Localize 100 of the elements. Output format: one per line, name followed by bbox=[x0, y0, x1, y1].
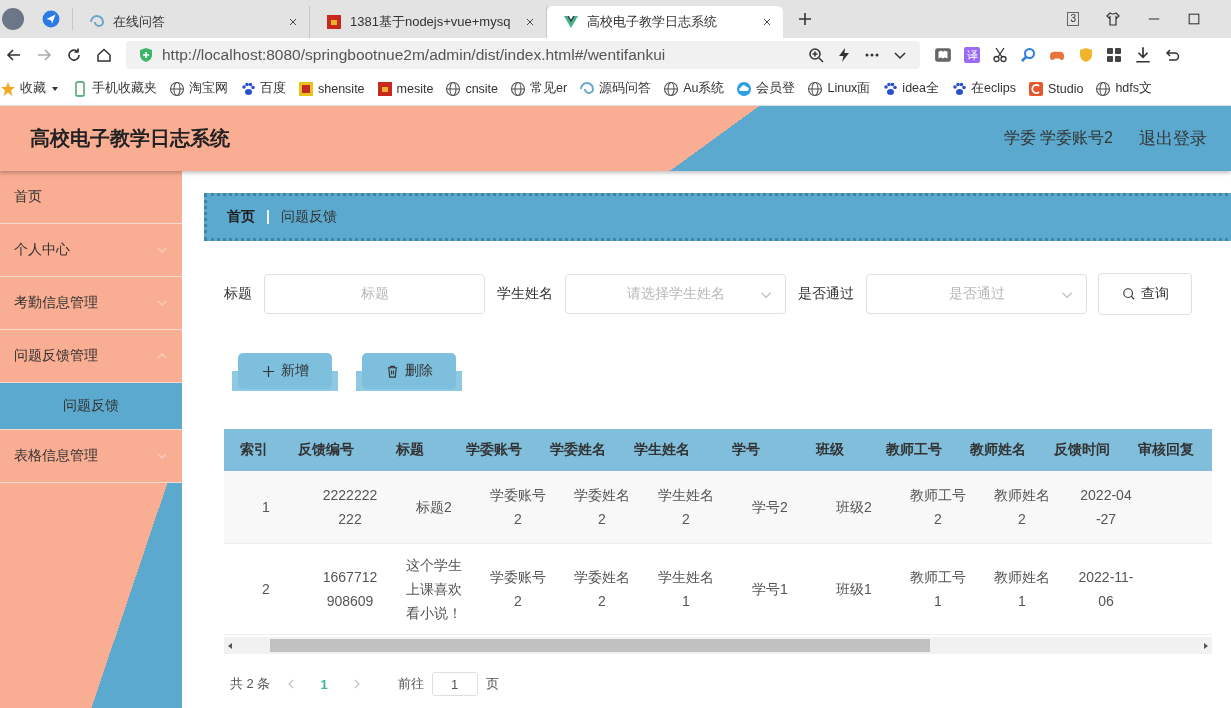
bookmark[interactable]: hdfs文 bbox=[1115, 80, 1153, 97]
table-cell-text: 教师工号1 bbox=[909, 568, 967, 611]
trash-icon bbox=[385, 364, 399, 378]
phone-icon bbox=[72, 80, 88, 97]
column-header[interactable]: 反馈时间 bbox=[1040, 429, 1124, 471]
maximize-icon[interactable] bbox=[1187, 12, 1201, 26]
undo-icon[interactable] bbox=[1164, 47, 1180, 63]
globe-icon bbox=[169, 80, 185, 97]
globe-icon bbox=[445, 80, 462, 97]
globe-icon bbox=[807, 80, 824, 97]
bookmark[interactable]: 百度 bbox=[260, 80, 286, 97]
table-cell-text: 学生姓名2 bbox=[657, 486, 715, 529]
close-icon[interactable] bbox=[287, 16, 299, 28]
search-button[interactable]: 查询 bbox=[1098, 273, 1192, 315]
table-cell-text: 班级1 bbox=[835, 580, 873, 599]
bookmark[interactable]: 收藏 bbox=[20, 80, 46, 97]
bookmark[interactable]: mesite bbox=[396, 81, 434, 96]
table-cell-text: 这个学生上课喜欢看小说！ bbox=[405, 556, 463, 623]
column-header[interactable]: 学委账号 bbox=[452, 429, 536, 471]
bookmark[interactable]: 源码问答 bbox=[599, 80, 652, 97]
bookmark[interactable]: 常见er bbox=[530, 80, 568, 97]
table-cell-text: 2222222222 bbox=[321, 486, 379, 529]
paw-icon bbox=[240, 80, 256, 97]
bookmark[interactable]: 手机收藏夹 bbox=[92, 80, 157, 97]
bookmark[interactable]: cnsite bbox=[465, 81, 499, 96]
bookmark[interactable]: 在eclips bbox=[971, 80, 1016, 97]
search-icon[interactable] bbox=[1020, 47, 1036, 63]
bookmark[interactable]: idea全 bbox=[902, 80, 939, 97]
table-cell-text: 教师姓名2 bbox=[993, 486, 1051, 529]
table-cell-text: 学委姓名2 bbox=[573, 486, 631, 529]
shirt-icon[interactable] bbox=[1105, 11, 1121, 27]
plus-icon bbox=[261, 364, 275, 378]
address-bar[interactable]: http://localhost:8080/springbootnue2m/admin/dist/index.html#/wentifankui bbox=[126, 41, 920, 69]
table-cell-text: 班级2 bbox=[835, 498, 873, 517]
avatar[interactable] bbox=[2, 8, 24, 30]
table-cell-text: 教师姓名1 bbox=[993, 568, 1051, 611]
breadcrumb-item[interactable]: 问题反馈 bbox=[281, 208, 337, 226]
zoom-icon[interactable] bbox=[808, 47, 824, 63]
translate-button[interactable]: 译 bbox=[964, 47, 980, 63]
bookmark[interactable]: shensite bbox=[318, 81, 365, 96]
user-label: 学委 学委账号2 bbox=[1003, 128, 1113, 148]
globe-icon bbox=[1095, 80, 1112, 97]
book-icon[interactable] bbox=[934, 46, 952, 64]
cloud-icon bbox=[736, 80, 753, 97]
reload-icon[interactable] bbox=[66, 47, 82, 63]
page-suffix: 页 bbox=[485, 675, 499, 693]
bookmark[interactable]: Linux面 bbox=[827, 80, 871, 97]
table-cell-text: 2022-04-27 bbox=[1079, 486, 1133, 529]
square-icon bbox=[326, 14, 342, 30]
column-header[interactable]: 班级 bbox=[788, 429, 872, 471]
vue-icon bbox=[563, 14, 579, 30]
lightning-icon[interactable] bbox=[836, 47, 852, 63]
field-label: 是否通过 bbox=[798, 285, 854, 303]
table-cell-text: 2 bbox=[261, 580, 271, 599]
table-cell-text: 1667712908609 bbox=[321, 568, 379, 611]
column-header[interactable]: 审核回复 bbox=[1124, 429, 1208, 471]
search-icon bbox=[1121, 287, 1136, 301]
column-header[interactable]: 教师姓名 bbox=[956, 429, 1040, 471]
swirl-icon bbox=[579, 80, 596, 97]
scissors-icon[interactable] bbox=[992, 47, 1008, 63]
app-title: 高校电子教学日志系统 bbox=[30, 126, 230, 151]
page-input[interactable]: 1 bbox=[431, 672, 478, 696]
close-icon[interactable] bbox=[761, 16, 773, 28]
apps-icon[interactable] bbox=[1106, 47, 1122, 63]
table-cell-text: 标题2 bbox=[415, 498, 453, 517]
column-header[interactable]: 反馈编号 bbox=[284, 429, 368, 471]
bookmark[interactable]: Studio bbox=[1047, 81, 1084, 96]
close-icon[interactable] bbox=[524, 16, 536, 28]
bookmark[interactable]: Au系统 bbox=[683, 80, 725, 97]
globe-icon bbox=[510, 80, 527, 97]
bookmark[interactable]: 淘宝网 bbox=[189, 80, 228, 97]
back-icon[interactable] bbox=[6, 47, 22, 63]
total-count: 共 2 条 bbox=[230, 675, 271, 693]
table-cell-text: 学号2 bbox=[751, 498, 789, 517]
table-cell-text: 学委账号2 bbox=[489, 568, 547, 611]
column-header[interactable]: 学生姓名 bbox=[620, 429, 704, 471]
download-icon[interactable] bbox=[1134, 46, 1152, 64]
sidebar-subitem[interactable]: 问题反馈 bbox=[0, 383, 182, 430]
table-cell-text: 2022-11-06 bbox=[1077, 568, 1135, 611]
send-icon[interactable] bbox=[42, 10, 60, 28]
column-header[interactable]: 学委姓名 bbox=[536, 429, 620, 471]
browser-tab[interactable]: 高校电子教学日志系统 bbox=[547, 6, 783, 38]
column-header[interactable]: 标题 bbox=[368, 429, 452, 471]
bookmark[interactable]: 会员登 bbox=[756, 80, 796, 97]
column-header[interactable]: 索引 bbox=[224, 429, 284, 471]
logout-link[interactable]: 退出登录 bbox=[1139, 127, 1207, 150]
square-icon bbox=[376, 80, 393, 97]
table-cell-text: 1 bbox=[261, 498, 271, 517]
plus-icon[interactable] bbox=[797, 11, 813, 27]
swirl-icon bbox=[89, 14, 105, 30]
breadcrumb-item[interactable]: 首页 bbox=[227, 208, 255, 226]
window-count[interactable]: 3 bbox=[1067, 12, 1079, 26]
shield-icon bbox=[138, 47, 154, 63]
home-icon[interactable] bbox=[96, 47, 112, 63]
goto-label: 前往 bbox=[397, 675, 424, 693]
horizontal-scrollbar[interactable] bbox=[224, 637, 1212, 654]
column-header[interactable]: 教师工号 bbox=[872, 429, 956, 471]
star-icon bbox=[0, 80, 16, 97]
square-icon bbox=[1027, 80, 1044, 97]
column-header[interactable]: 学号 bbox=[704, 429, 788, 471]
